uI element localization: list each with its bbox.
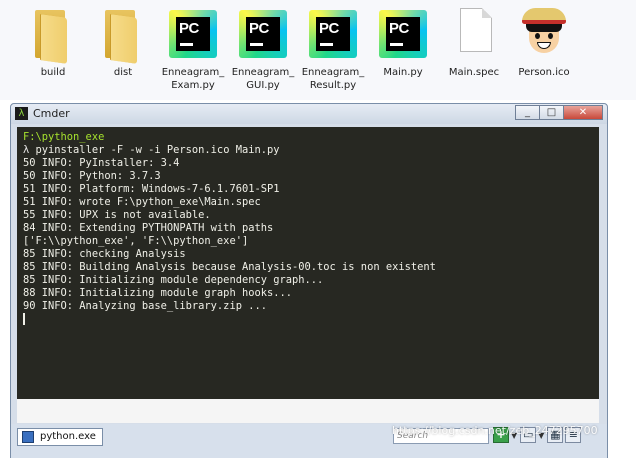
console-line: 85 INFO: checking Analysis (23, 248, 186, 260)
folder-icon (23, 4, 83, 64)
file-item-build[interactable]: build (18, 4, 88, 79)
console-line: 50 INFO: Python: 3.7.3 (23, 170, 161, 182)
file-item-enneagram-result[interactable]: PC Enneagram_ Result.py (298, 4, 368, 92)
console-tab-icon (22, 431, 34, 443)
console-line: 88 INFO: Initializing module graph hooks… (23, 287, 292, 299)
file-label: Enneagram_ GUI.py (231, 67, 295, 91)
maximize-button[interactable]: □ (539, 105, 564, 120)
console-line: 85 INFO: Building Analysis because Analy… (23, 261, 436, 273)
title-bar[interactable]: λ Cmder _ □ ✕ (11, 104, 607, 124)
close-button[interactable]: ✕ (563, 105, 603, 120)
tab-label: python.exe (40, 431, 96, 442)
pycharm-file-icon: PC (373, 4, 433, 64)
pycharm-file-icon: PC (163, 4, 223, 64)
command-line: pyinstaller -F -w -i Person.ico Main.py (29, 144, 280, 156)
luffy-image-icon (514, 4, 574, 64)
minimize-button[interactable]: _ (515, 105, 540, 120)
cmder-window: λ Cmder _ □ ✕ F:\python_exe λ pyinstalle… (10, 103, 608, 458)
tab-python-exe[interactable]: python.exe (17, 428, 103, 446)
console-line: 51 INFO: Platform: Windows-7-6.1.7601-SP… (23, 183, 280, 195)
file-label: Main.spec (448, 67, 500, 78)
file-label: Person.ico (518, 67, 570, 78)
console-line: 90 INFO: Analyzing base_library.zip ... (23, 300, 267, 312)
console-line: ['F:\\python_exe', 'F:\\python_exe'] (23, 235, 249, 247)
file-item-main-spec[interactable]: Main.spec (439, 4, 509, 79)
file-item-enneagram-exam[interactable]: PC Enneagram_ Exam.py (158, 4, 228, 92)
text-cursor (23, 313, 25, 325)
pycharm-file-icon: PC (233, 4, 293, 64)
file-label: dist (113, 67, 133, 78)
file-item-dist[interactable]: dist (88, 4, 158, 79)
watermark: https://blog.csdn.net/zeb_247295700 (392, 424, 598, 437)
pycharm-file-icon: PC (303, 4, 363, 64)
folder-icon (93, 4, 153, 64)
file-item-main-py[interactable]: PC Main.py (368, 4, 438, 79)
console-line: 51 INFO: wrote F:\python_exe\Main.spec (23, 196, 261, 208)
file-explorer-icons: build dist PC Enneagram_ Exam.py PC Enne… (0, 0, 636, 100)
prompt-path: F:\python_exe (23, 131, 105, 143)
document-icon (444, 4, 504, 64)
console-line: 85 INFO: Initializing module dependency … (23, 274, 324, 286)
console-blank-area (17, 399, 599, 423)
console-line: 84 INFO: Extending PYTHONPATH with paths (23, 222, 274, 234)
file-item-person-ico[interactable]: Person.ico (509, 4, 579, 79)
console-output[interactable]: F:\python_exe λ pyinstaller -F -w -i Per… (17, 127, 599, 399)
console-line: 55 INFO: UPX is not available. (23, 209, 211, 221)
window-title: Cmder (33, 107, 70, 120)
console-line: 50 INFO: PyInstaller: 3.4 (23, 157, 180, 169)
file-label: Enneagram_ Exam.py (161, 67, 225, 91)
lambda-icon: λ (15, 107, 28, 120)
file-label: Enneagram_ Result.py (301, 67, 365, 91)
file-label: build (40, 67, 66, 78)
file-item-enneagram-gui[interactable]: PC Enneagram_ GUI.py (228, 4, 298, 92)
file-label: Main.py (383, 67, 423, 78)
